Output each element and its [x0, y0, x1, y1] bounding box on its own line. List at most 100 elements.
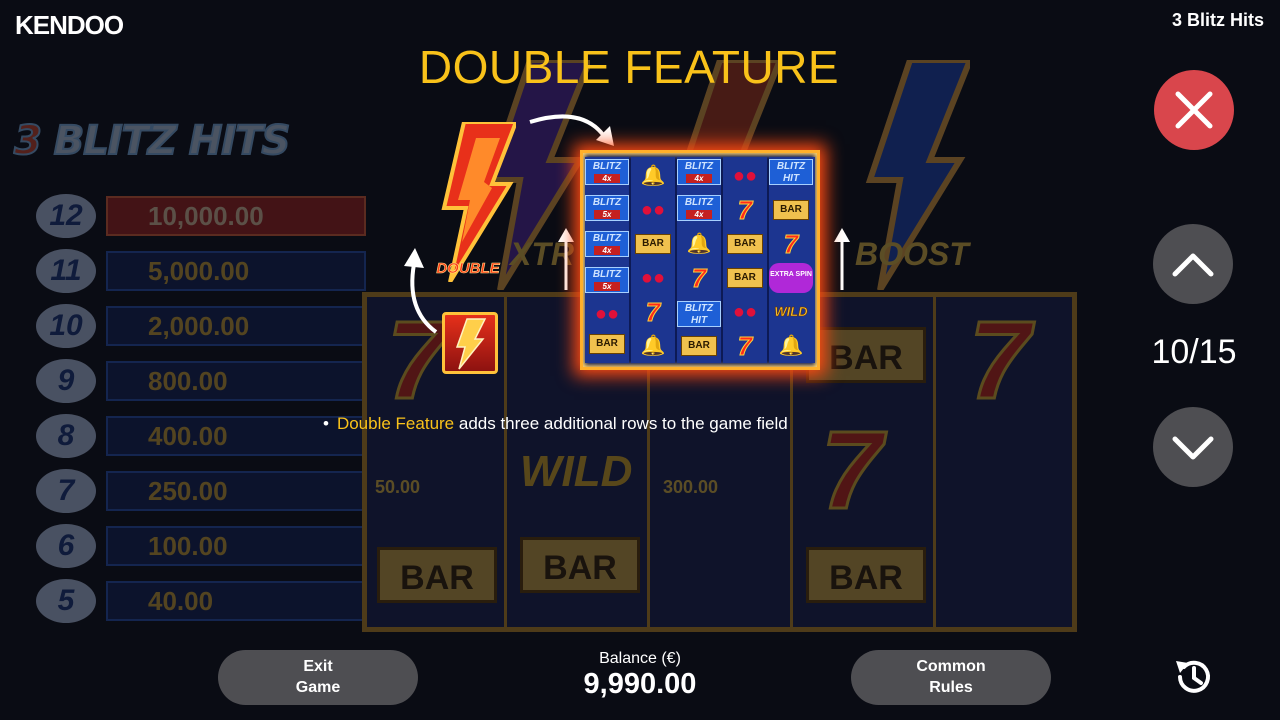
paytable-value: 800.00	[106, 361, 366, 401]
paytable-value: 100.00	[106, 526, 366, 566]
bar-symbol: BAR	[727, 234, 763, 254]
bar-symbol: BAR	[727, 268, 763, 288]
bullet-dot: •	[323, 414, 329, 433]
arrow-up-icon	[558, 228, 574, 290]
seven-symbol: 7	[737, 195, 753, 226]
cherry-icon: ●●	[594, 303, 620, 325]
bar-symbol: BAR	[589, 334, 625, 354]
balance-value: 9,990.00	[583, 668, 697, 700]
background-symbol-bar: BAR	[806, 547, 926, 603]
grid-reel: BLITZ 4x BLITZ 4x 🔔 7 BLITZ HIT BAR	[677, 157, 721, 363]
seven-symbol: 7	[645, 297, 661, 328]
background-reel: 7	[939, 297, 1079, 627]
curved-arrow-right-icon	[529, 114, 614, 146]
rules-label-line2: Rules	[929, 679, 973, 696]
page-counter: 10/15	[1151, 333, 1237, 371]
grid-reel: BLITZ 4x BLITZ 5x BLITZ 4x BLITZ 5x ●● BAR	[585, 157, 629, 363]
multiplier: 4x	[686, 210, 712, 219]
double-feature-illustration: DOUBLE BLITZ 4x BLITZ 5x BLITZ 4x BLITZ 5x ●…	[400, 100, 860, 390]
blitz-hit-symbol: BLITZ HIT	[769, 159, 813, 185]
game-title: 3 Blitz Hits	[1171, 10, 1264, 30]
expanded-reel-grid: BLITZ 4x BLITZ 5x BLITZ 4x BLITZ 5x ●● BAR 🔔…	[580, 150, 820, 370]
cherry-icon: ●●	[640, 199, 666, 221]
background-symbol-seven: 7	[819, 408, 883, 534]
paytable-count: 5	[36, 579, 96, 623]
paytable-row: 10 2,000.00	[36, 298, 366, 353]
bar-symbol: BAR	[635, 234, 671, 254]
paytable-count: 11	[36, 249, 96, 293]
cherry-icon: ●●	[732, 165, 758, 187]
blitz-text: BLITZ	[592, 233, 622, 244]
common-rules-button[interactable]: Common Rules	[851, 650, 1051, 705]
background-paytable: 12 10,000.00 11 5,000.00 10 2,000.00 9 8…	[36, 188, 366, 628]
paytable-count: 7	[36, 469, 96, 513]
paytable-count: 10	[36, 304, 96, 348]
paytable-value: 250.00	[106, 471, 366, 511]
next-page-button[interactable]	[1153, 407, 1233, 487]
bell-icon: 🔔	[778, 335, 804, 357]
history-button[interactable]	[1172, 655, 1216, 699]
background-symbol-bar: BAR	[377, 547, 497, 603]
curved-arrow-up-icon	[404, 248, 438, 334]
history-clock-icon	[1176, 660, 1210, 693]
wild-symbol: WILD	[774, 304, 808, 320]
blitz-text: BLITZ	[592, 197, 622, 208]
background-blitz-value: 50.00	[375, 477, 421, 497]
paytable-count: 9	[36, 359, 96, 403]
background-booster-label: BOOST	[855, 236, 969, 272]
paytable-value: 2,000.00	[106, 306, 366, 346]
grid-reel: ●● 7 BAR BAR ●● 7	[723, 157, 767, 363]
grid-reel: BLITZ HIT BAR 7 EXTRA SPIN WILD 🔔	[769, 157, 815, 363]
paytable-row: 9 800.00	[36, 353, 366, 408]
paytable-count: 8	[36, 414, 96, 458]
bolt-icon	[455, 318, 487, 370]
balance-label: Balance (€)	[599, 650, 681, 667]
multiplier: 5x	[594, 210, 620, 219]
feature-name: Double Feature	[336, 414, 455, 433]
blitz-hit-symbol: BLITZ HIT	[677, 301, 721, 327]
blitz-text: BLITZ	[684, 161, 714, 172]
background-logo-number: 3	[13, 117, 43, 165]
exit-label-line1: Exit	[303, 658, 333, 675]
chevron-up-icon	[1172, 253, 1214, 277]
paytable-value: 40.00	[106, 581, 366, 621]
exit-game-button[interactable]: Exit Game	[218, 650, 418, 705]
background-logo-text: BLITZ HITS	[53, 117, 292, 165]
previous-page-button[interactable]	[1153, 224, 1233, 304]
paytable-row: 12 10,000.00	[36, 188, 366, 243]
rules-label-line1: Common	[916, 658, 986, 675]
seven-symbol: 7	[783, 229, 799, 260]
cherry-icon: ●●	[640, 267, 666, 289]
bell-icon: 🔔	[640, 165, 666, 187]
bell-icon: 🔔	[640, 335, 666, 357]
chevron-down-icon	[1172, 436, 1214, 460]
paytable-row: 8 400.00	[36, 408, 366, 463]
arrow-up-icon	[834, 228, 850, 290]
blitz-text: BLITZ	[684, 197, 714, 208]
page-title: DOUBLE FEATURE	[418, 41, 840, 93]
paytable-row: 11 5,000.00	[36, 243, 366, 298]
kendoo-logo: KENDOO	[15, 10, 124, 40]
blitz-text: BLITZ	[592, 161, 622, 172]
blitz-symbol: BLITZ 4x	[677, 159, 721, 185]
background-blitz-value: 300.00	[663, 477, 719, 497]
blitz-symbol: BLITZ 4x	[677, 195, 721, 221]
blitz-symbol: BLITZ 5x	[585, 267, 629, 293]
feature-description: • Double Feature adds three additional ro…	[323, 414, 788, 434]
paytable-count: 12	[36, 194, 96, 238]
bell-icon: 🔔	[686, 233, 712, 255]
multiplier: 4x	[686, 174, 712, 183]
background-symbol-seven: 7	[967, 298, 1031, 424]
seven-symbol: 7	[691, 263, 707, 294]
close-button[interactable]	[1154, 70, 1234, 150]
background-symbol-bar: BAR	[520, 537, 640, 593]
multiplier: 4x	[594, 174, 620, 183]
background-game-logo: 3 BLITZ HITS	[13, 117, 292, 165]
paytable-count: 6	[36, 524, 96, 568]
multiplier: 4x	[594, 246, 620, 255]
blitz-text: BLITZ	[592, 269, 622, 280]
seven-symbol: 7	[737, 331, 753, 362]
close-icon	[1175, 91, 1213, 129]
small-bolt-tile	[442, 312, 498, 374]
paytable-value: 10,000.00	[106, 196, 366, 236]
